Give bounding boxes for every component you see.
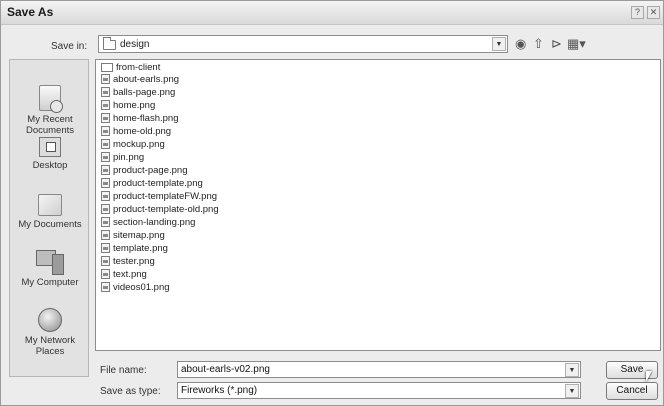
chevron-down-icon[interactable]: ▼ bbox=[565, 384, 579, 398]
views-menu-icon[interactable]: ▦▾ bbox=[567, 37, 586, 51]
file-name-text: text.png bbox=[113, 269, 147, 280]
place-my-computer[interactable]: My Computer bbox=[10, 250, 90, 288]
up-folder-icon[interactable]: ⇧ bbox=[533, 37, 544, 51]
list-item[interactable]: home-flash.png bbox=[101, 113, 178, 125]
file-name-text: about-earls.png bbox=[113, 74, 180, 85]
file-name-text: from-client bbox=[116, 62, 161, 73]
file-name-text: product-template-old.png bbox=[113, 204, 219, 215]
save-in-dropdown[interactable]: design ▼ bbox=[98, 35, 508, 53]
title-bar: Save As ? ✕ bbox=[1, 1, 663, 25]
desktop-icon bbox=[39, 137, 61, 157]
list-item[interactable]: product-template.png bbox=[101, 178, 203, 190]
image-file-icon bbox=[101, 243, 110, 253]
image-file-icon bbox=[101, 269, 110, 279]
image-file-icon bbox=[101, 230, 110, 240]
file-name-text: tester.png bbox=[113, 256, 155, 267]
save-in-value: design bbox=[120, 39, 150, 50]
place-label: My Documents bbox=[18, 219, 82, 230]
help-button[interactable]: ? bbox=[631, 6, 644, 19]
list-item[interactable]: sitemap.png bbox=[101, 230, 165, 242]
image-file-icon bbox=[101, 282, 110, 292]
folder-icon bbox=[101, 63, 113, 72]
my-documents-icon bbox=[38, 194, 62, 216]
save-as-type-label: Save as type: bbox=[100, 386, 161, 397]
place-my-recent-documents[interactable]: My Recent Documents bbox=[10, 85, 90, 136]
list-item[interactable]: tester.png bbox=[101, 256, 155, 268]
image-file-icon bbox=[101, 204, 110, 214]
image-file-icon bbox=[101, 100, 110, 110]
place-my-documents[interactable]: My Documents bbox=[10, 194, 90, 230]
place-label: My Recent Documents bbox=[25, 114, 75, 136]
list-item[interactable]: text.png bbox=[101, 269, 147, 281]
image-file-icon bbox=[101, 74, 110, 84]
list-item[interactable]: product-templateFW.png bbox=[101, 191, 217, 203]
list-item[interactable]: about-earls.png bbox=[101, 74, 179, 86]
network-places-icon bbox=[38, 308, 62, 332]
save-as-dialog: Save As ? ✕ Save in: design ▼ ◉ ⇧ ⊳ ▦▾ M… bbox=[0, 0, 664, 406]
places-bar: My Recent Documents Desktop My Documents… bbox=[9, 59, 89, 377]
file-name-value: about-earls-v02.png bbox=[181, 364, 270, 375]
image-file-icon bbox=[101, 113, 110, 123]
image-file-icon bbox=[101, 139, 110, 149]
place-label: My Computer bbox=[21, 277, 79, 288]
mouse-cursor-icon bbox=[646, 371, 652, 382]
cancel-button[interactable]: Cancel bbox=[606, 382, 658, 400]
my-computer-icon bbox=[36, 250, 64, 275]
file-name-text: home-old.png bbox=[113, 126, 172, 137]
file-name-text: section-landing.png bbox=[113, 217, 196, 228]
file-name-text: product-page.png bbox=[113, 165, 188, 176]
file-name-text: home.png bbox=[113, 100, 156, 111]
list-item[interactable]: template.png bbox=[101, 243, 168, 255]
chevron-down-icon[interactable]: ▼ bbox=[565, 363, 579, 377]
list-item[interactable]: product-page.png bbox=[101, 165, 187, 177]
recent-documents-icon bbox=[39, 85, 63, 113]
save-in-label: Save in: bbox=[51, 41, 88, 52]
list-item[interactable]: section-landing.png bbox=[101, 217, 195, 229]
image-file-icon bbox=[101, 126, 110, 136]
file-name-text: pin.png bbox=[113, 152, 145, 163]
place-label: Desktop bbox=[32, 160, 68, 171]
image-file-icon bbox=[101, 165, 110, 175]
file-name-text: balls-page.png bbox=[113, 87, 176, 98]
new-folder-icon[interactable]: ⊳ bbox=[551, 37, 562, 51]
image-file-icon bbox=[101, 191, 110, 201]
chevron-down-icon[interactable]: ▼ bbox=[492, 37, 506, 51]
place-my-network-places[interactable]: My Network Places bbox=[10, 308, 90, 357]
image-file-icon bbox=[101, 87, 110, 97]
list-item[interactable]: pin.png bbox=[101, 152, 144, 164]
save-as-type-dropdown[interactable]: Fireworks (*.png) ▼ bbox=[177, 382, 581, 399]
file-name-text: videos01.png bbox=[113, 282, 170, 293]
place-desktop[interactable]: Desktop bbox=[10, 137, 90, 171]
image-file-icon bbox=[101, 178, 110, 188]
file-list[interactable]: from-client about-earls.png balls-page.p… bbox=[95, 59, 661, 351]
file-name-input[interactable]: about-earls-v02.png ▼ bbox=[177, 361, 581, 378]
image-file-icon bbox=[101, 152, 110, 162]
list-item[interactable]: from-client bbox=[101, 62, 160, 74]
dialog-title: Save As bbox=[7, 5, 54, 19]
list-item[interactable]: mockup.png bbox=[101, 139, 165, 151]
image-file-icon bbox=[101, 256, 110, 266]
file-name-text: template.png bbox=[113, 243, 168, 254]
list-item[interactable]: home-old.png bbox=[101, 126, 171, 138]
file-name-text: product-template.png bbox=[113, 178, 203, 189]
back-icon[interactable]: ◉ bbox=[515, 37, 526, 51]
file-name-text: sitemap.png bbox=[113, 230, 165, 241]
file-name-text: mockup.png bbox=[113, 139, 165, 150]
list-item[interactable]: videos01.png bbox=[101, 282, 170, 294]
list-item[interactable]: balls-page.png bbox=[101, 87, 175, 99]
place-label: My Network Places bbox=[24, 335, 76, 357]
list-item[interactable]: home.png bbox=[101, 100, 155, 112]
image-file-icon bbox=[101, 217, 110, 227]
file-name-label: File name: bbox=[100, 365, 147, 376]
folder-icon bbox=[103, 37, 116, 50]
file-name-text: home-flash.png bbox=[113, 113, 179, 124]
list-item[interactable]: product-template-old.png bbox=[101, 204, 219, 216]
file-name-text: product-templateFW.png bbox=[113, 191, 218, 202]
close-button[interactable]: ✕ bbox=[647, 6, 660, 19]
save-as-type-value: Fireworks (*.png) bbox=[181, 385, 258, 396]
